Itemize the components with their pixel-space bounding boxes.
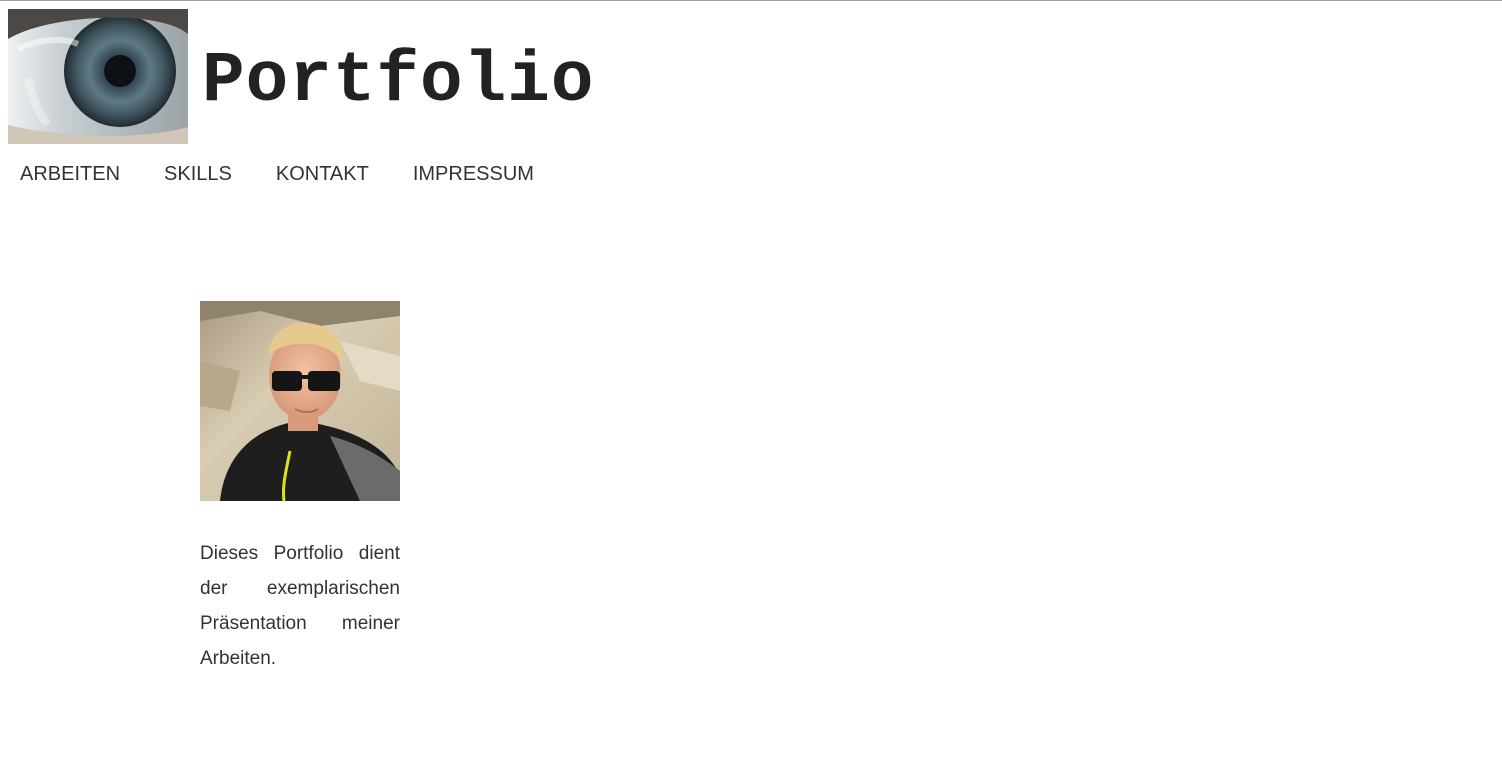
nav-item-skills[interactable]: SKILLS (164, 162, 232, 186)
page-title: Portfolio (202, 42, 595, 122)
top-divider (0, 0, 1502, 1)
portrait-image (200, 301, 400, 501)
main-navigation: ARBEITEN SKILLS KONTAKT IMPRESSUM (20, 162, 534, 186)
nav-item-arbeiten[interactable]: ARBEITEN (20, 162, 120, 186)
nav-item-kontakt[interactable]: KONTAKT (276, 162, 369, 186)
nav-item-impressum[interactable]: IMPRESSUM (413, 162, 534, 186)
portrait-photo-icon (200, 301, 400, 501)
intro-text: Dieses Portfolio dient der exemplarische… (200, 543, 400, 669)
eye-photo-icon (8, 9, 188, 144)
profile-section: Dieses Portfolio dient der exemplarische… (200, 301, 400, 676)
logo-eye-image[interactable] (8, 9, 188, 144)
